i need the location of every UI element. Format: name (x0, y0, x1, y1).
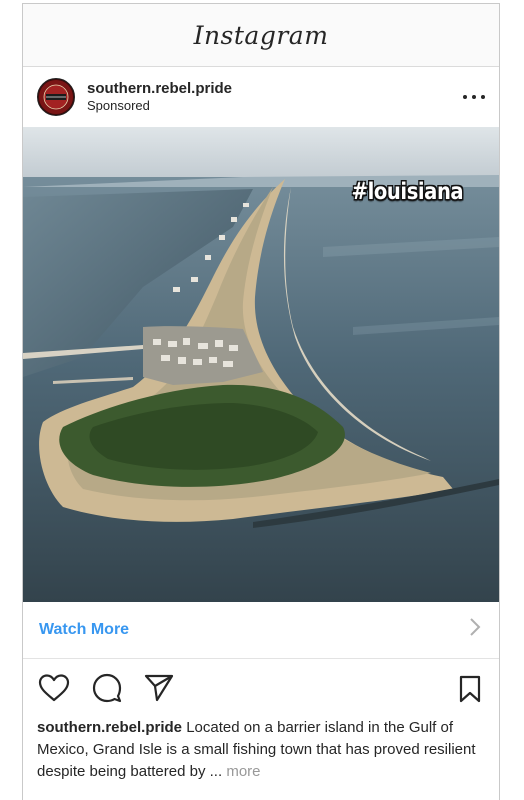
sponsored-label: Sponsored (87, 98, 150, 114)
watch-more-cta[interactable]: Watch More (23, 602, 499, 659)
caption-more-link[interactable]: more (226, 763, 260, 780)
avatar[interactable] (37, 78, 75, 116)
chevron-right-icon[interactable] (469, 617, 481, 643)
avatar-logo-icon (39, 80, 73, 114)
post-meta: southern.rebel.pride Sponsored (87, 80, 232, 114)
bookmark-icon[interactable] (459, 675, 481, 708)
watch-more-label[interactable]: Watch More (39, 621, 129, 639)
post-image[interactable]: #louisiana (23, 127, 499, 602)
post-actions (23, 659, 499, 717)
instagram-frame: Instagram southern.rebel.pride Sponsored (22, 3, 500, 800)
app-header: Instagram (23, 4, 499, 67)
post-username[interactable]: southern.rebel.pride (87, 80, 232, 98)
comment-icon[interactable] (91, 672, 123, 704)
post-header: southern.rebel.pride Sponsored (23, 67, 499, 127)
more-options-icon[interactable] (463, 89, 485, 105)
app-title: Instagram (193, 20, 329, 50)
heart-icon[interactable] (37, 673, 71, 703)
caption-username[interactable]: southern.rebel.pride (37, 719, 182, 736)
send-icon[interactable] (143, 673, 175, 703)
image-hashtag-overlay: #louisiana (351, 179, 463, 205)
post-caption: southern.rebel.pride Located on a barrie… (23, 717, 499, 783)
caption-ellipsis: ... (209, 763, 223, 780)
